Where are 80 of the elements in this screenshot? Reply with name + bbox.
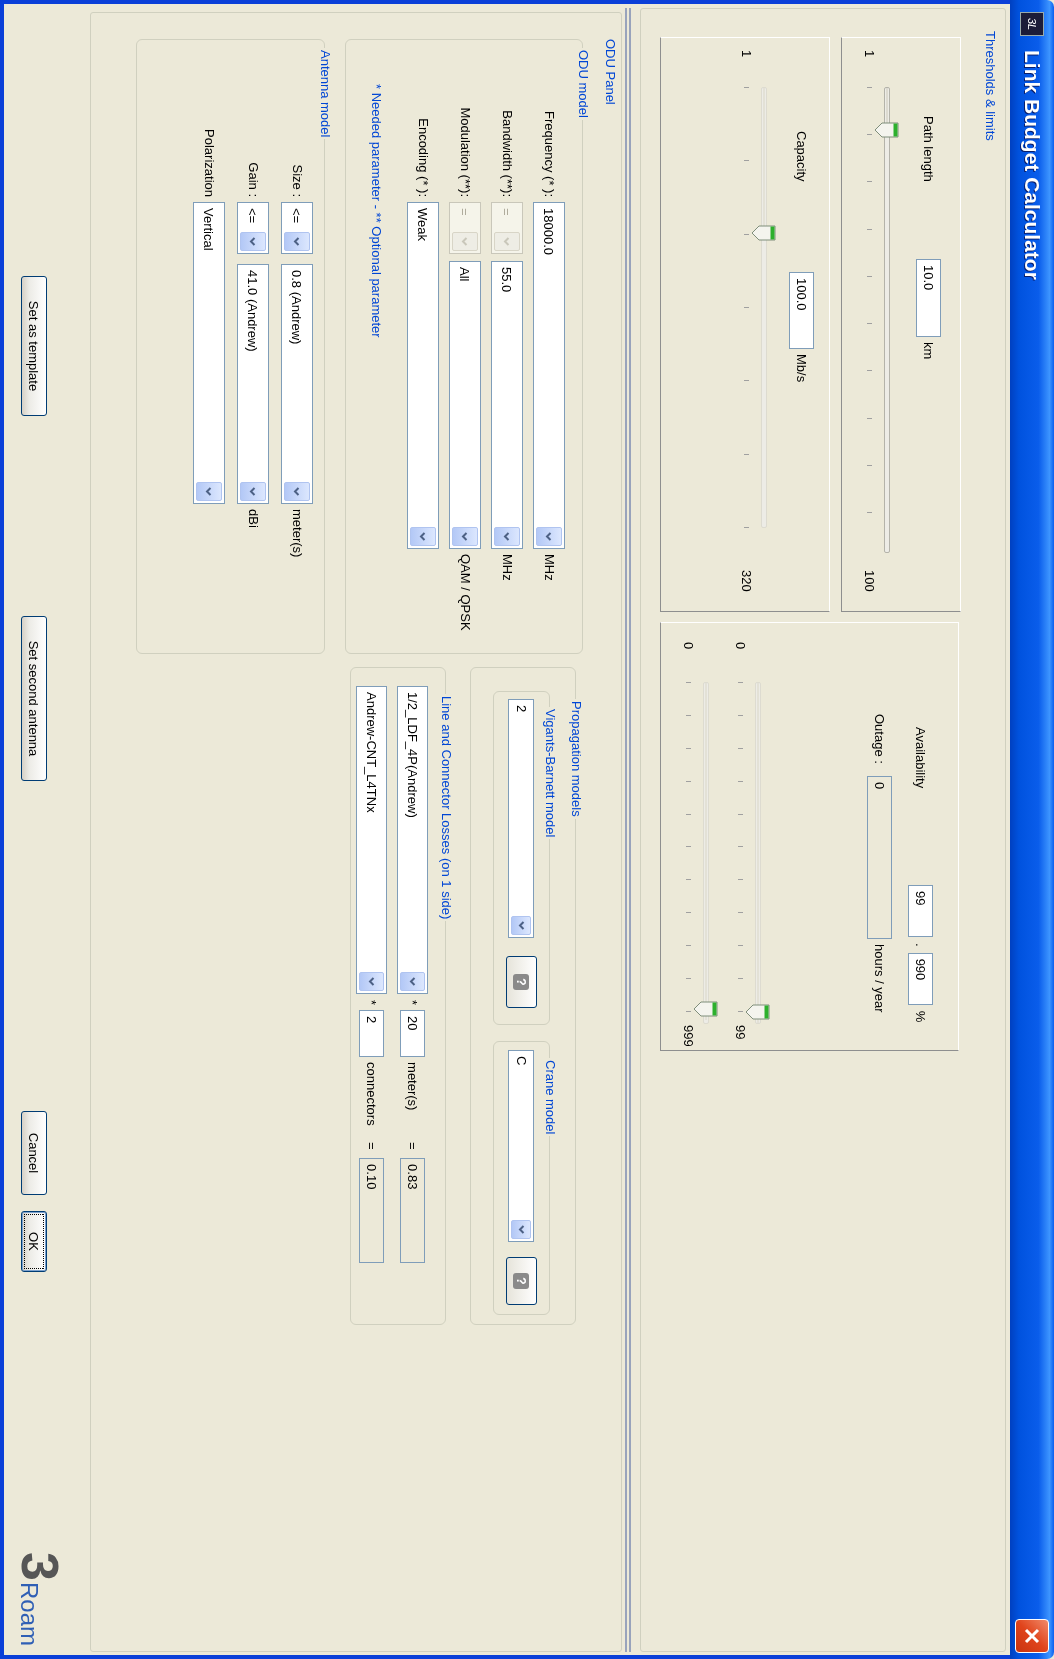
group-title: Propagation models [568,700,584,819]
count-input[interactable]: 20 [400,1010,425,1058]
multiply-sign: * [363,1000,380,1006]
unit-label: % [912,1010,929,1023]
field-label: Bandwidth (**): [499,109,515,197]
field-label: Outage : [871,714,888,766]
multiply-sign: * [404,1000,421,1006]
slider-thumb[interactable] [745,1004,770,1020]
scale-label: 0 [734,642,747,652]
capacity-input[interactable]: 100.0 [789,272,814,349]
unit-label: MHz [541,554,557,581]
unit-label: Mb/s [793,354,810,383]
path-length-input[interactable]: 10.0 [916,259,941,337]
unit-label: km [920,342,937,360]
slider-thumb[interactable] [874,121,899,138]
result-field[interactable]: 0.10 [359,1158,384,1264]
dropdown[interactable]: <= [281,202,313,254]
group-title: Antenna model [317,49,333,140]
field-label: Availability [912,727,929,791]
group-title: ODU model [575,49,591,120]
outage-field[interactable]: 0 [867,776,892,939]
dropdown[interactable]: 2 [508,699,535,938]
dropdown[interactable]: All [449,261,481,549]
unit-label: hours / year [871,944,888,1013]
close-icon [1023,1627,1041,1645]
dropdown[interactable]: <= [237,202,269,254]
field-label: Gain : [245,161,261,197]
scale-label: 320 [740,570,753,592]
window-title: Link Budget Calculator [1020,50,1044,280]
scale-label: 1 [863,50,876,60]
unit-label: QAM / QPSK [457,554,473,631]
dropdown[interactable]: 18000.0 [533,202,565,549]
field-label: Path length [920,116,937,184]
app-icon: 3L [1020,12,1044,36]
dropdown[interactable]: 41.0 (Andrew) [237,264,269,504]
dropdown[interactable]: 55.0 [491,261,523,549]
equals-sign: = [404,1142,421,1152]
scale-label: 100 [863,570,876,592]
section-title: Thresholds & limits [982,31,998,141]
unit-label: connectors [363,1062,380,1128]
field-label: Polarization [201,128,217,197]
slider-thumb[interactable] [751,224,776,241]
availability-integer-input[interactable]: 99 [908,885,933,937]
dialog-button[interactable]: OK [21,1211,47,1272]
dropdown[interactable]: 1/2_LDF_4P(Andrew) [397,686,428,994]
logo-wordmark: Roam [18,1581,40,1646]
decimal-separator: . [912,943,929,947]
count-input[interactable]: 2 [359,1010,384,1058]
result-field[interactable]: 0.83 [400,1158,425,1264]
dialog-button[interactable]: Set second antenna [21,616,47,781]
section-title: ODU Panel [602,39,618,105]
group-title: Line and Connector Losses (on 1 side) [438,695,454,922]
dropdown[interactable]: Andrew-CNT_L4TNx [356,686,387,994]
scale-label: 1 [740,50,753,60]
availability-decimal-input[interactable]: 990 [908,952,933,1005]
close-button[interactable] [1015,1619,1049,1653]
scale-label: 0 [682,642,695,652]
scale-label: 999 [682,1025,695,1047]
parameter-note: * Needed parameter - ** Optional parameter [368,84,384,338]
field-label: Frequency (* ): [541,110,557,197]
dropdown[interactable]: Weak [407,202,439,549]
slider-thumb[interactable] [693,1000,718,1017]
unit-label: meter(s) [289,509,305,558]
logo-mark: 3 [18,1552,62,1581]
dialog-button[interactable]: Set as template [21,276,47,416]
unit-label: meter(s) [404,1062,421,1113]
group-title: Crane model [542,1059,558,1137]
dropdown[interactable]: 0.8 (Andrew) [281,264,313,504]
dialog-button[interactable]: Cancel [21,1111,47,1195]
scale-label: 99 [734,1025,747,1040]
unit-label: dBi [245,509,261,528]
dropdown[interactable]: Vertical [193,202,225,504]
group-title: Vigants-Barnett model [542,708,558,840]
dropdown[interactable]: C [508,1050,535,1242]
field-label: Size : [289,163,305,197]
field-label: Encoding (* ): [415,117,431,197]
field-label: Modulation (**): [457,106,473,197]
field-label: Capacity [793,131,810,184]
equals-sign: = [363,1142,380,1152]
unit-label: MHz [499,554,515,581]
